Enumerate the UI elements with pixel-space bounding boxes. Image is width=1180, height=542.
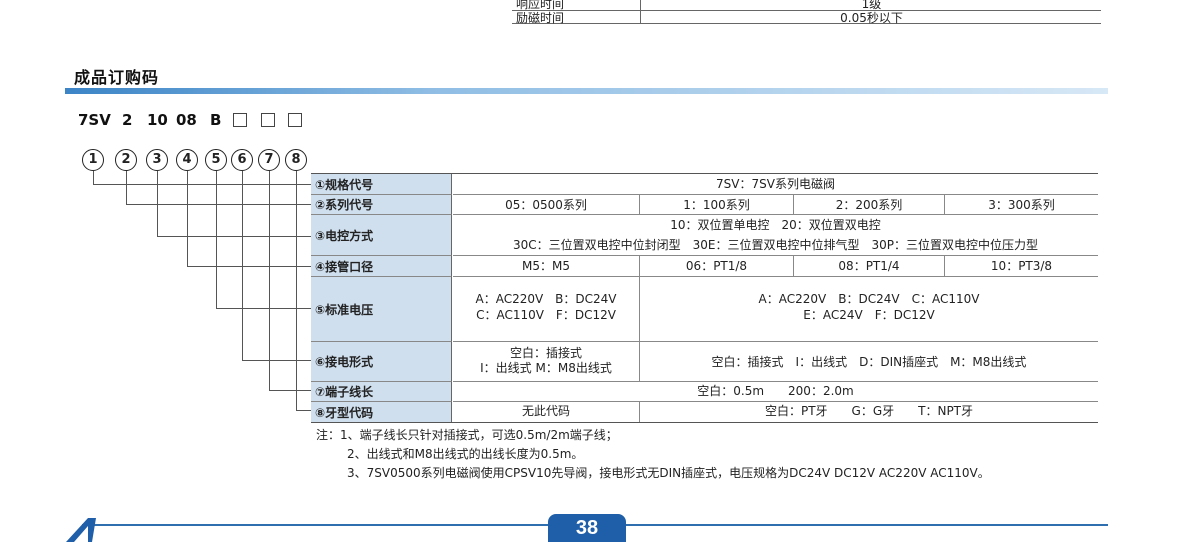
- code-part-port: 08: [176, 111, 197, 129]
- code-index-circle: 5: [205, 149, 227, 171]
- row-value: 1级: [861, 0, 882, 11]
- row-label-port: ④接管口径: [311, 256, 452, 277]
- series-cell: 05：0500系列: [505, 197, 587, 212]
- port-cell: 10：PT3/8: [990, 258, 1053, 273]
- control-cell: 10：双位置单电控 20：双位置双电控: [670, 217, 881, 232]
- col-divider: [793, 256, 794, 276]
- brand-logo-icon: [66, 518, 96, 542]
- row-label-thread: ⑧牙型代码: [311, 402, 452, 422]
- order-code-table: ①规格代号 7SV：7SV系列电磁阀 ②系列代号 05：0500系列 1：100…: [311, 173, 1098, 423]
- thread-cell: 空白：PT牙 G：G牙 T：NPT牙: [764, 404, 974, 418]
- title-underline: [65, 88, 1108, 94]
- code-part-control: 10: [147, 111, 168, 129]
- note-line-1: 注：1、端子线长只针对插接式，可选0.5m/2m端子线；: [316, 428, 618, 442]
- voltage-cell: C：AC110V F：DC12V: [476, 307, 616, 322]
- row-label: 响应时间: [516, 0, 565, 11]
- table-row: 励磁时间 0.05秒以下: [512, 11, 1101, 25]
- table-row: 响应时间 1级: [512, 0, 1101, 11]
- voltage-cell: A：AC220V B：DC24V: [475, 291, 617, 306]
- code-index-circle: 1: [82, 149, 104, 171]
- col-divider: [639, 256, 640, 276]
- row-label-spec: ①规格代号: [311, 174, 452, 195]
- series-cell: 1：100系列: [683, 197, 750, 212]
- spec-cell: 7SV：7SV系列电磁阀: [716, 177, 835, 191]
- code-index-circle: 6: [231, 149, 253, 171]
- code-index-circle: 2: [115, 149, 137, 171]
- voltage-cell: A：AC220V B：DC24V C：AC110V: [758, 291, 980, 306]
- page-number: 38: [548, 514, 626, 542]
- code-index-circle: 8: [285, 149, 307, 171]
- thread-cell: 无此代码: [521, 404, 570, 418]
- code-placeholder-box: [233, 113, 247, 127]
- row-label-control: ③电控方式: [311, 215, 452, 256]
- row-divider: [453, 276, 1098, 277]
- col-divider: [944, 195, 945, 215]
- code-part-type: 2: [122, 111, 133, 129]
- connector-line-8: [296, 171, 312, 411]
- control-cell: 30C：三位置双电控中位封闭型 30E：三位置双电控中位排气型 30P：三位置双…: [512, 238, 1038, 252]
- row-label-wire-length: ⑦端子线长: [311, 382, 452, 402]
- code-index-circle: 7: [258, 149, 280, 171]
- code-index-circle: 3: [146, 149, 168, 171]
- port-cell: 08：PT1/4: [838, 258, 900, 273]
- row-value: 0.05秒以下: [840, 11, 903, 25]
- code-part-voltage: B: [210, 111, 222, 129]
- col-divider: [793, 195, 794, 215]
- section-title: 成品订购码: [74, 68, 160, 87]
- row-label: 励磁时间: [516, 11, 565, 25]
- code-placeholder-box: [261, 113, 275, 127]
- port-cell: M5：M5: [522, 258, 570, 273]
- code-placeholder-box: [288, 113, 302, 127]
- row-label-voltage: ⑤标准电压: [311, 277, 452, 342]
- col-divider: [639, 342, 640, 382]
- col-divider: [639, 402, 640, 422]
- code-part-series: 7SV: [78, 111, 111, 129]
- spec-table-fragment: 响应时间 1级 励磁时间 0.05秒以下: [512, 0, 1101, 25]
- port-cell: 06：PT1/8: [685, 258, 748, 273]
- voltage-cell: E：AC24V F：DC12V: [803, 307, 935, 322]
- col-divider: [639, 277, 640, 342]
- wiring-cell: I：出线式 M：M8出线式: [480, 361, 612, 375]
- wire-length-cell: 空白：0.5m 200：2.0m: [697, 384, 854, 398]
- series-cell: 3：300系列: [988, 197, 1055, 212]
- wiring-cell: 空白：插接式: [509, 346, 582, 360]
- code-index-circle: 4: [176, 149, 198, 171]
- wiring-cell: 空白：插接式 I：出线式 D：DIN插座式 M：M8出线式: [711, 354, 1027, 369]
- note-line-3: 3、7SV0500系列电磁阀使用CPSV10先导阀，接电形式无DIN插座式，电压…: [347, 466, 990, 480]
- row-label-wiring: ⑥接电形式: [311, 342, 452, 382]
- col-divider: [639, 195, 640, 215]
- series-cell: 2：200系列: [835, 197, 903, 212]
- row-label-series: ②系列代号: [311, 195, 452, 215]
- note-line-2: 2、出线式和M8出线式的出线长度为0.5m。: [347, 447, 584, 461]
- col-divider: [944, 256, 945, 276]
